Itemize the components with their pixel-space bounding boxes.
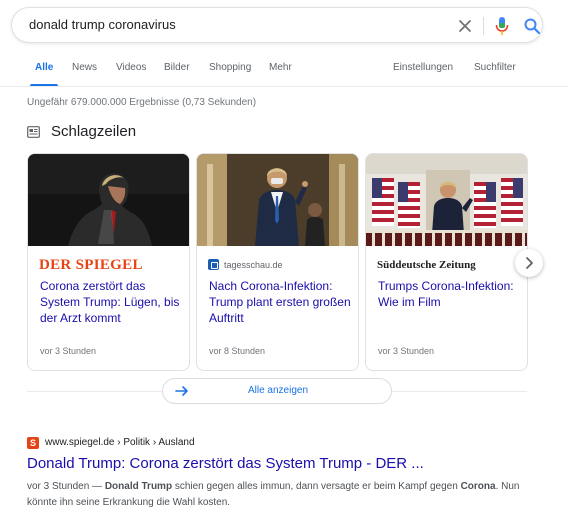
- search-icon[interactable]: [523, 17, 541, 35]
- search-tabs: Alle News Videos Bilder Shopping Mehr Ei…: [0, 58, 568, 87]
- tab-news[interactable]: News: [72, 62, 97, 73]
- snippet-bold-term: Donald Trump: [104, 481, 173, 492]
- news-card-tagesschau[interactable]: tagesschau.de Nach Corona-Infektion: Tru…: [196, 153, 359, 371]
- microphone-icon[interactable]: [494, 16, 510, 36]
- tab-images[interactable]: Bilder: [164, 62, 190, 73]
- search-divider: [483, 17, 484, 35]
- card-source: tagesschau.de: [208, 258, 283, 272]
- card-headline[interactable]: Nach Corona-Infektion: Trump plant erste…: [209, 278, 355, 326]
- card-headline[interactable]: Corona zerstört das System Trump: Lügen,…: [40, 278, 186, 326]
- carousel-next-button[interactable]: [515, 249, 543, 277]
- show-all-button[interactable]: Alle anzeigen: [162, 378, 392, 404]
- snippet-time: vor 3 Stunden: [27, 481, 90, 492]
- tab-videos[interactable]: Videos: [116, 62, 146, 73]
- settings-link[interactable]: Einstellungen: [393, 62, 453, 73]
- tab-more[interactable]: Mehr: [269, 62, 292, 73]
- search-tools-link[interactable]: Suchfilter: [474, 62, 516, 73]
- clear-icon[interactable]: [456, 17, 474, 35]
- tagesschau-logo-icon: [208, 259, 219, 270]
- card-source: DER SPIEGEL: [39, 257, 143, 273]
- result-snippet: vor 3 Stunden — Donald Trump schien gege…: [27, 479, 547, 511]
- result-breadcrumb[interactable]: www.spiegel.de › Politik › Ausland: [45, 437, 195, 448]
- card-thumbnail: [28, 154, 189, 246]
- news-card-spiegel[interactable]: DER SPIEGEL Corona zerstört das System T…: [27, 153, 190, 371]
- newspaper-icon: [27, 126, 40, 138]
- card-time: vor 3 Stunden: [40, 346, 97, 356]
- chevron-right-icon: [526, 257, 533, 269]
- card-time: vor 3 Stunden: [378, 346, 435, 356]
- search-bar[interactable]: donald trump coronavirus: [11, 7, 543, 43]
- news-card-sueddeutsche[interactable]: Süddeutsche Zeitung Trumps Corona-Infekt…: [365, 153, 528, 371]
- flag-left: [372, 178, 394, 226]
- card-thumbnail: [366, 154, 527, 246]
- card-time: vor 8 Stunden: [209, 346, 266, 356]
- card-headline[interactable]: Trumps Corona-Infektion: Wie im Film: [378, 278, 524, 310]
- card-source-label: tagesschau.de: [224, 260, 283, 270]
- result-title[interactable]: Donald Trump: Corona zerstört das System…: [27, 455, 424, 472]
- card-thumbnail: [197, 154, 358, 246]
- snippet-dash: —: [89, 481, 105, 492]
- snippet-bold-term: Corona: [460, 481, 496, 492]
- snippet-text: schien gegen alles immun, dann versagte …: [172, 481, 461, 492]
- tab-all[interactable]: Alle: [35, 62, 53, 73]
- card-source: Süddeutsche Zeitung: [377, 259, 476, 271]
- tabs-divider: [0, 86, 568, 87]
- tab-shopping[interactable]: Shopping: [209, 62, 251, 73]
- result-stats: Ungefähr 679.000.000 Ergebnisse (0,73 Se…: [27, 97, 257, 108]
- site-favicon: S: [27, 437, 39, 449]
- show-all-label: Alle anzeigen: [247, 385, 309, 396]
- search-input[interactable]: donald trump coronavirus: [29, 17, 176, 32]
- headlines-title: Schlagzeilen: [51, 123, 137, 140]
